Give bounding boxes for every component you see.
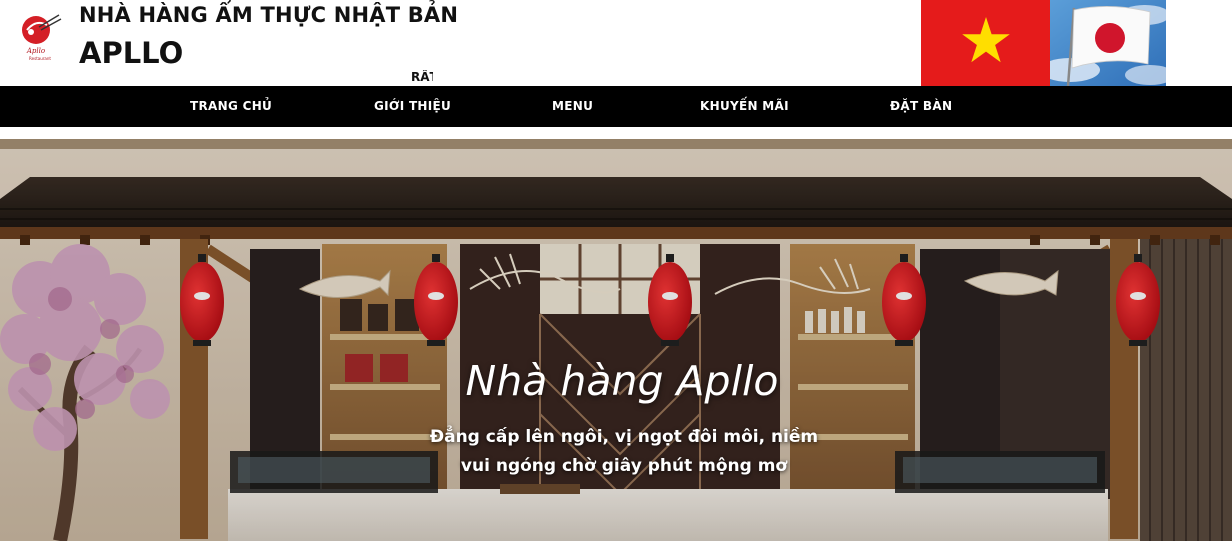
main-navigation: TRANG CHỦ GIỚI THIỆU MENU KHUYẾN MÃI ĐẶT… xyxy=(0,86,1232,127)
restaurant-title-line2: APLLO xyxy=(79,36,184,70)
nav-item-menu[interactable]: MENU xyxy=(552,86,593,127)
restaurant-logo[interactable]: Apllo Restaurant xyxy=(17,13,63,63)
japan-flag-icon[interactable] xyxy=(1050,0,1166,86)
vietnam-flag-icon[interactable] xyxy=(921,0,1050,86)
scrolling-marquee-text: RẤT xyxy=(411,70,433,84)
hero-subtitle: Đẳng cấp lên ngôi, vị ngọt đôi môi, niềm… xyxy=(429,427,819,476)
hero-banner: Nhà hàng Apllo Đẳng cấp lên ngôi, vị ngọ… xyxy=(0,139,1232,541)
nav-item-reservation[interactable]: ĐẶT BÀN xyxy=(890,86,952,127)
site-header: Apllo Restaurant NHÀ HÀNG ẨM THỰC NHẬT B… xyxy=(0,0,1232,86)
nav-item-about[interactable]: GIỚI THIỆU xyxy=(374,86,451,127)
logo-subtext: Restaurant xyxy=(29,56,51,61)
logo-text: Apllo xyxy=(26,47,45,55)
hero-title: Nhà hàng Apllo xyxy=(465,357,779,405)
nav-item-promotions[interactable]: KHUYẾN MÃI xyxy=(700,86,789,127)
restaurant-title-line1: NHÀ HÀNG ẨM THỰC NHẬT BẢN xyxy=(79,3,459,27)
nav-item-home[interactable]: TRANG CHỦ xyxy=(190,86,272,127)
